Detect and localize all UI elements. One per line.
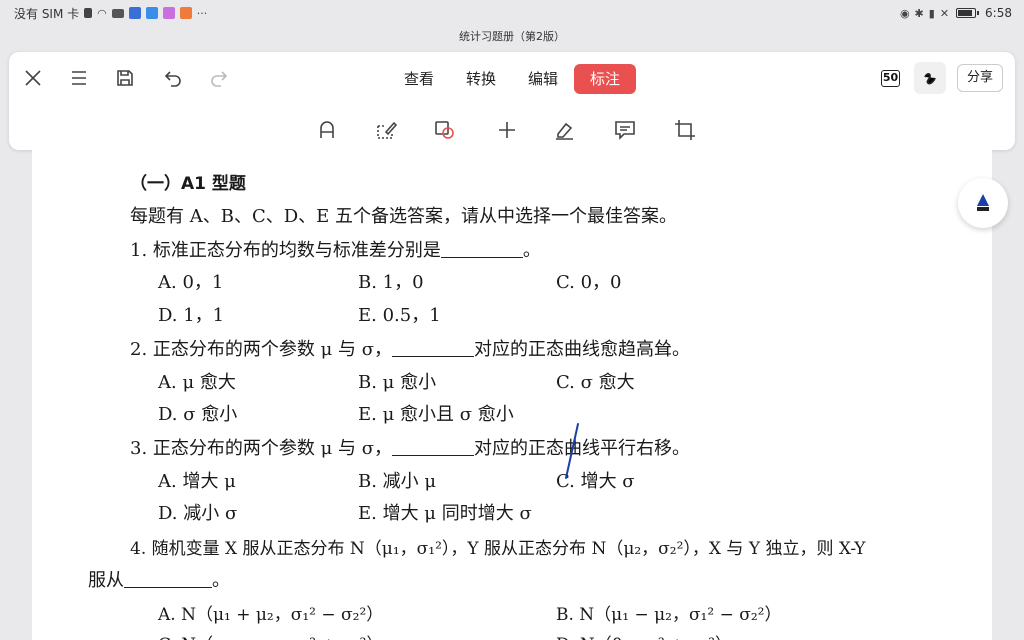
- pen-tip-icon: [977, 194, 989, 211]
- question-1-stem: 1. 标准正态分布的均数与标准差分别是: [130, 240, 441, 261]
- battery-icon: [956, 8, 980, 18]
- option: B. μ 愈小: [358, 372, 437, 393]
- option: E. μ 愈小且 σ 愈小: [358, 404, 514, 425]
- crop-icon[interactable]: [673, 118, 697, 142]
- instruction-text: 每题有 A、B、C、D、E 五个备选答案，请从中选择一个最佳答案。: [130, 206, 678, 227]
- gallery-app-icon: [162, 7, 175, 19]
- option: E. 增大 μ 同时增大 σ: [358, 503, 532, 524]
- toolbar: 查看 转换 编辑 标注 50 分享: [9, 52, 1015, 150]
- option: D. 1，1: [158, 305, 225, 326]
- shape-icon[interactable]: [433, 118, 457, 142]
- question-2-stem-end: 对应的正态曲线愈趋高耸。: [474, 339, 691, 360]
- undo-icon[interactable]: [161, 66, 185, 90]
- document-page: （一）A1 型题 每题有 A、B、C、D、E 五个备选答案，请从中选择一个最佳答…: [32, 150, 992, 640]
- option: E. 0.5，1: [358, 305, 441, 326]
- option: A. N（μ₁ + μ₂，σ₁² − σ₂²）: [158, 605, 384, 625]
- option: D. σ 愈小: [158, 404, 238, 425]
- annotation-stroke[interactable]: [560, 420, 584, 484]
- option: B. N（μ₁ − μ₂，σ₁² − σ₂²）: [556, 605, 782, 625]
- option: D. 减小 σ: [158, 503, 238, 524]
- option: D. N（0，σ₁² + σ₂²）: [556, 630, 732, 640]
- eye-icon: ◉: [899, 6, 910, 20]
- question-2: 2. 正态分布的两个参数 μ 与 σ， 对应的正态曲线愈趋高耸。: [130, 335, 690, 361]
- carrier-label: 没有 SIM 卡: [14, 6, 80, 21]
- menu-icon[interactable]: [67, 66, 91, 90]
- clock: 6:58: [985, 6, 1012, 20]
- redo-icon[interactable]: [207, 66, 231, 90]
- question-4-line2: 服从 。: [88, 566, 230, 592]
- status-left: 没有 SIM 卡 ◠ ···: [14, 5, 207, 22]
- search-app-icon: [145, 7, 158, 19]
- share-button[interactable]: 分享: [957, 64, 1003, 92]
- option: C. σ 愈大: [556, 372, 635, 393]
- question-4-stem-end: 。: [212, 570, 230, 591]
- play-app-icon: [179, 7, 192, 19]
- wifi-icon: ◠: [97, 6, 107, 20]
- question-1-stem-end: 。: [522, 240, 541, 261]
- answer-blank: [392, 339, 475, 357]
- document-title: 统计习题册（第2版）: [459, 30, 565, 43]
- question-3: 3. 正态分布的两个参数 μ 与 σ， 对应的正态曲线平行右移。: [130, 434, 690, 460]
- question-1: 1. 标准正态分布的均数与标准差分别是 。: [130, 236, 541, 262]
- answer-blank: [392, 438, 475, 456]
- page-count-badge[interactable]: 50: [881, 70, 900, 87]
- status-bar: 没有 SIM 卡 ◠ ··· ◉ ✱ ▮ ✕ 6:58: [0, 0, 1024, 26]
- tab-convert[interactable]: 转换: [461, 64, 501, 94]
- area-highlight-icon[interactable]: [375, 118, 399, 142]
- close-icon[interactable]: [21, 66, 45, 90]
- question-4-stem: 服从: [88, 570, 124, 591]
- add-icon[interactable]: [495, 118, 519, 142]
- more-notifications-icon: ···: [196, 6, 208, 20]
- tab-annotate[interactable]: 标注: [574, 64, 636, 94]
- sim-icon: [84, 8, 93, 18]
- option: C. 0，0: [556, 272, 622, 293]
- mute-icon: ✕: [939, 6, 950, 20]
- option: A. 0，1: [158, 272, 224, 293]
- option: A. 增大 μ: [158, 471, 236, 492]
- question-2-stem: 2. 正态分布的两个参数 μ 与 σ，: [130, 339, 393, 360]
- answer-blank: [124, 570, 212, 588]
- signature-pen-icon[interactable]: [553, 118, 577, 142]
- status-right: ◉ ✱ ▮ ✕ 6:58: [900, 6, 1012, 20]
- option: B. 减小 μ: [358, 471, 437, 492]
- answer-blank: [440, 240, 523, 258]
- bluetooth-icon: ✱: [914, 6, 924, 20]
- app-blue-icon: [128, 7, 141, 19]
- tab-edit[interactable]: 编辑: [523, 64, 563, 94]
- text-select-icon[interactable]: [315, 118, 339, 142]
- question-3-stem: 3. 正态分布的两个参数 μ 与 σ，: [130, 438, 393, 459]
- tab-view[interactable]: 查看: [399, 64, 439, 94]
- floating-pen-button[interactable]: [958, 178, 1008, 228]
- option: C. N（μ₁ − μ₂，σ₁² + σ₂²）: [158, 630, 383, 640]
- comment-icon[interactable]: [613, 118, 637, 142]
- question-4: 4. 随机变量 X 服从正态分布 N（μ₁，σ₁²），Y 服从正态分布 N（μ₂…: [130, 539, 866, 559]
- handwriting-icon[interactable]: [914, 62, 946, 94]
- vibrate-icon: ▮: [928, 6, 935, 20]
- option: B. 1，0: [358, 272, 424, 293]
- save-icon[interactable]: [113, 66, 137, 90]
- video-icon: [111, 8, 124, 18]
- section-title: （一）A1 型题: [130, 174, 246, 194]
- option: A. μ 愈大: [158, 372, 236, 393]
